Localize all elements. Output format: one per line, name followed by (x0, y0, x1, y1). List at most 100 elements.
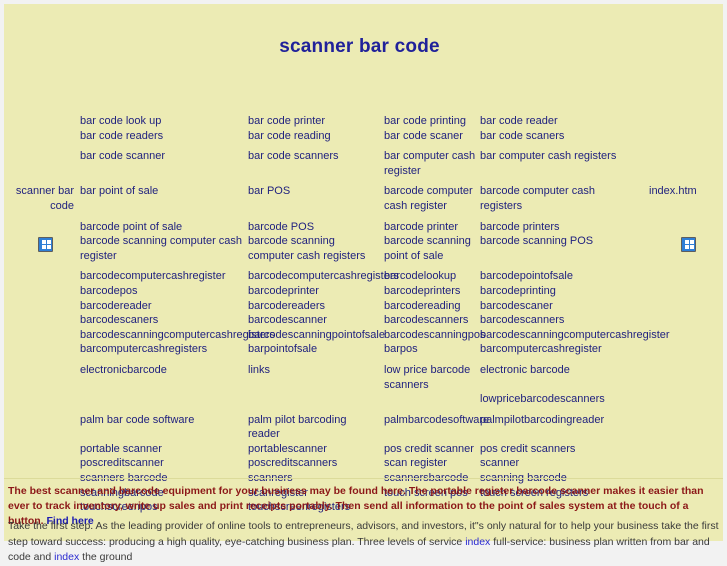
link-row: lowpricebarcodescanners (0, 392, 719, 407)
keyword-link[interactable]: portablescanner (248, 442, 327, 457)
keyword-link[interactable]: bar code look up (80, 114, 161, 129)
keyword-link[interactable]: bar code reading (248, 129, 331, 144)
keyword-link[interactable]: bar code readers (80, 129, 163, 144)
keyword-link[interactable]: scan register (384, 456, 447, 471)
link-row: barcomputercashregisters barpointofsale ba… (0, 342, 719, 357)
link-cell-col3: barcode printer (384, 220, 480, 235)
keyword-link[interactable]: barcodereader (80, 299, 152, 314)
keyword-link[interactable]: barcode scanning computer cash registers (248, 234, 380, 263)
footer-gray-paragraph: Take the first step. As the leading prov… (8, 519, 719, 566)
link-item: barcodescanningpos (384, 328, 486, 343)
left-edge-cell: scanner bar code (0, 184, 76, 213)
keyword-link[interactable]: barcode computer cash registers (480, 184, 639, 213)
keyword-link[interactable]: palmpilotbarcodingreader (480, 413, 604, 428)
keyword-link[interactable]: barcodescanningpointofsale (248, 328, 385, 343)
keyword-link[interactable]: barcodereading (384, 299, 460, 314)
keyword-link[interactable]: bar computer cash register (384, 149, 476, 178)
keyword-link[interactable]: bar point of sale (80, 184, 158, 199)
link-cell-col1: poscreditscanner (76, 456, 248, 471)
link-cell-col1: barcomputercashregisters (76, 342, 248, 357)
keyword-link[interactable]: bar code reader (480, 114, 558, 129)
keyword-link[interactable]: poscreditscanners (248, 456, 337, 471)
keyword-link[interactable]: barcode computer cash register (384, 184, 476, 213)
keyword-link[interactable]: bar code scanners (248, 149, 339, 164)
link-cell-col1: barcodepos (76, 284, 248, 299)
link-cell-col2: bar code printer (248, 114, 384, 129)
keyword-link[interactable]: barcode printers (480, 220, 560, 235)
keyword-link[interactable]: electronic barcode (480, 363, 570, 378)
keyword-link[interactable]: barcodescanningcomputercashregister (480, 328, 670, 343)
keyword-link[interactable]: pos credit scanners (480, 442, 575, 457)
keyword-link[interactable]: electronicbarcode (80, 363, 167, 378)
keyword-link[interactable]: barcodescanner (248, 313, 327, 328)
keyword-link[interactable]: barcodecomputercashregister (80, 269, 226, 284)
index-link-2[interactable]: index (54, 551, 79, 563)
keyword-link[interactable]: barcomputercashregisters (80, 342, 207, 357)
keyword-link[interactable]: scanner (480, 456, 519, 471)
keyword-link[interactable]: barcodereaders (248, 299, 325, 314)
keyword-link[interactable]: barcode point of sale (80, 220, 182, 235)
link-cell-col2: bar code scanners (248, 149, 384, 164)
keyword-link[interactable]: poscreditscanner (80, 456, 164, 471)
keyword-link[interactable]: links (248, 363, 270, 378)
link-row: barcodereader barcodereaders barcodereadin… (0, 299, 719, 314)
link-cell-col4: electronic barcode (480, 363, 643, 378)
link-cell-col4: barcodescanners (480, 313, 643, 328)
keyword-link[interactable]: barcodescanners (480, 313, 564, 328)
keyword-link[interactable]: barcodeprinting (480, 284, 556, 299)
link-cell-col2: palm pilot barcoding reader (248, 413, 384, 442)
link-item: poscreditscanners (248, 456, 380, 471)
link-item: barcomputercashregister (480, 342, 639, 357)
keyword-link[interactable]: bar code printing (384, 114, 466, 129)
keyword-link[interactable]: bar code scaners (480, 129, 564, 144)
keyword-link[interactable]: palm pilot barcoding reader (248, 413, 380, 442)
keyword-link[interactable]: bar POS (248, 184, 290, 199)
keyword-link[interactable]: barcodescanners (384, 313, 468, 328)
link-cell-col3: barcodescanningpos (384, 328, 486, 343)
keyword-link[interactable]: barcode scanning POS (480, 234, 593, 249)
keyword-link[interactable]: barcode scanning point of sale (384, 234, 476, 263)
link-cell-col4: barcode computer cash registers (480, 184, 643, 213)
keyword-link[interactable]: bar computer cash registers (480, 149, 616, 164)
index-link-1[interactable]: index (465, 536, 490, 548)
keyword-link[interactable]: barcodescaners (80, 313, 158, 328)
link-cell-col3: barcodelookup (384, 269, 480, 284)
keyword-link[interactable]: barcodeprinters (384, 284, 460, 299)
keyword-link[interactable]: barcodescaner (480, 299, 553, 314)
keyword-link[interactable]: bar code scanner (80, 149, 165, 164)
link-cell-col2: barcodescanningpointofsale (248, 328, 385, 343)
keyword-link[interactable]: bar code printer (248, 114, 325, 129)
keyword-link[interactable]: barcode POS (248, 220, 314, 235)
link-row: barcodecomputercashregister barcodecomput… (0, 269, 719, 284)
link-row: bar code readers bar code reading bar code… (0, 129, 719, 144)
broken-image-icon-right[interactable] (681, 237, 696, 252)
footer-gray-text-3: the ground (79, 551, 133, 563)
keyword-link[interactable]: low price barcode scanners (384, 363, 476, 392)
link-cell-col2: barcodeprinter (248, 284, 384, 299)
keyword-link[interactable]: portable scanner (80, 442, 162, 457)
keyword-link[interactable]: barcode scanning computer cash register (80, 234, 244, 263)
keyword-link[interactable]: bar code scaner (384, 129, 463, 144)
keyword-link[interactable]: barcodecomputercashregisters (248, 269, 399, 284)
keyword-link[interactable]: barcodescanningcomputercashregisters (80, 328, 275, 343)
keyword-link[interactable]: lowpricebarcodescanners (480, 392, 605, 407)
left-edge-label: scanner bar code (15, 185, 74, 212)
keyword-link[interactable]: barpos (384, 342, 418, 357)
keyword-link[interactable]: barcodelookup (384, 269, 456, 284)
keyword-link[interactable]: barcode printer (384, 220, 458, 235)
keyword-link[interactable]: barcodescanningpos (384, 328, 486, 343)
keyword-link[interactable]: palm bar code software (80, 413, 194, 428)
keyword-link[interactable]: barcodepos (80, 284, 138, 299)
link-row: bar code scanner bar code scanners bar com… (0, 149, 719, 178)
link-item: bar code printer (248, 114, 380, 129)
link-item: bar code look up (80, 114, 244, 129)
keyword-link[interactable]: palmbarcodesoftware (384, 413, 489, 428)
keyword-link[interactable]: barcodepointofsale (480, 269, 573, 284)
keyword-link[interactable]: barcodeprinter (248, 284, 319, 299)
keyword-link[interactable]: barpointofsale (248, 342, 317, 357)
keyword-link[interactable]: pos credit scanner (384, 442, 474, 457)
broken-image-icon-left[interactable] (38, 237, 53, 252)
keyword-link-table: bar code look up bar code printer bar code… (0, 114, 719, 515)
keyword-link[interactable]: barcomputercashregister (480, 342, 602, 357)
link-cell-col4: barcodepointofsale (480, 269, 643, 284)
